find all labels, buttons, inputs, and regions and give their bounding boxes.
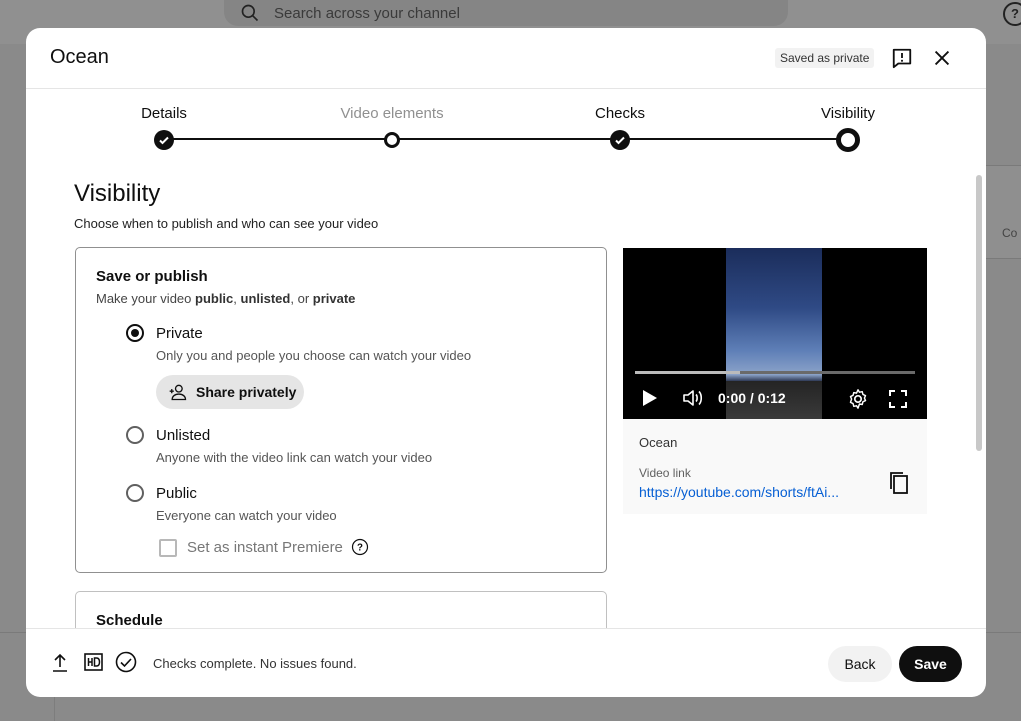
preview-video-title: Ocean [639, 435, 678, 450]
volume-icon[interactable] [682, 388, 704, 408]
save-button[interactable]: Save [899, 646, 962, 682]
copy-icon[interactable] [889, 471, 909, 495]
saved-status-badge: Saved as private [775, 48, 875, 68]
step-label: Checks [594, 105, 646, 122]
gear-icon[interactable] [847, 388, 869, 410]
option-label-public: Public [156, 485, 197, 502]
save-or-publish-card: Save or publish Make your video public, … [75, 247, 607, 573]
upload-icon [53, 653, 67, 672]
option-desc-public: Everyone can watch your video [156, 508, 337, 523]
instant-premiere-checkbox[interactable] [159, 539, 177, 557]
progress-buffer [635, 371, 740, 374]
help-glyph: ? [357, 542, 363, 553]
dialog-footer: Checks complete. No issues found. Back S… [26, 628, 986, 697]
step-visibility[interactable]: Visibility [768, 89, 928, 152]
background-panel-text: Co [1002, 226, 1018, 240]
radio-unlisted[interactable] [126, 426, 144, 444]
check-icon [159, 136, 169, 145]
step-current-node [836, 128, 860, 152]
option-desc-unlisted: Anyone with the video link can watch you… [156, 450, 433, 465]
checks-status: Checks complete. No issues found. [153, 656, 357, 671]
step-label: Visibility [821, 105, 875, 122]
progress-bar[interactable] [635, 371, 915, 374]
step-complete-node [154, 130, 174, 150]
option-label-private: Private [156, 325, 203, 342]
video-link-label: Video link [639, 466, 691, 480]
share-privately-label: Share privately [196, 384, 297, 400]
content-scrollbar[interactable] [976, 175, 982, 451]
search-icon [241, 4, 259, 22]
dialog-title: Ocean [50, 46, 109, 68]
background-panel: Co [986, 165, 1021, 259]
card-title: Save or publish [96, 268, 208, 285]
radio-public[interactable] [126, 484, 144, 502]
upload-stepper: Details Video elements Checks Visibility [26, 89, 986, 169]
step-video-elements[interactable]: Video elements [312, 89, 472, 148]
instant-premiere-label: Set as instant Premiere [187, 539, 343, 556]
card-subtitle: Make your video public, unlisted, or pri… [96, 291, 356, 306]
schedule-card[interactable]: Schedule [75, 591, 607, 628]
upload-dialog: Ocean Saved as private Details Video ele… [26, 28, 986, 697]
channel-search[interactable]: Search across your channel [224, 0, 788, 26]
option-desc-private: Only you and people you choose can watch… [156, 348, 472, 363]
step-label: Video elements [340, 105, 444, 122]
close-icon[interactable] [931, 47, 953, 69]
visibility-content[interactable]: Visibility Choose when to publish and wh… [26, 170, 986, 628]
dialog-header: Ocean Saved as private [26, 28, 986, 89]
step-details[interactable]: Details [84, 89, 244, 150]
page-title: Visibility [74, 180, 161, 207]
check-circle-icon [115, 651, 137, 673]
step-complete-node [610, 130, 630, 150]
option-label-unlisted: Unlisted [156, 427, 211, 444]
back-button[interactable]: Back [828, 646, 892, 682]
share-privately-button[interactable]: Share privately [156, 375, 304, 409]
radio-private[interactable] [126, 324, 144, 342]
video-time: 0:00 / 0:12 [718, 390, 786, 406]
schedule-title: Schedule [96, 612, 163, 628]
step-checks[interactable]: Checks [540, 89, 700, 150]
page-subtitle: Choose when to publish and who can see y… [74, 216, 379, 231]
search-placeholder: Search across your channel [274, 4, 460, 22]
add-person-icon [169, 384, 187, 401]
stepper-line [164, 138, 848, 140]
help-icon[interactable]: ? [1003, 2, 1021, 26]
video-preview-panel: 0:00 / 0:12 Ocean Video link https://you… [623, 248, 927, 514]
check-icon [615, 136, 625, 145]
video-link[interactable]: https://youtube.com/shorts/ftAi... [639, 484, 869, 500]
help-circle-icon[interactable]: ? [351, 538, 369, 556]
play-icon[interactable] [642, 389, 658, 407]
video-player[interactable]: 0:00 / 0:12 [623, 248, 927, 419]
step-pending-node [384, 132, 400, 148]
hd-icon [84, 653, 103, 671]
fullscreen-icon[interactable] [888, 389, 908, 409]
step-label: Details [141, 105, 187, 122]
feedback-icon[interactable] [891, 47, 913, 69]
